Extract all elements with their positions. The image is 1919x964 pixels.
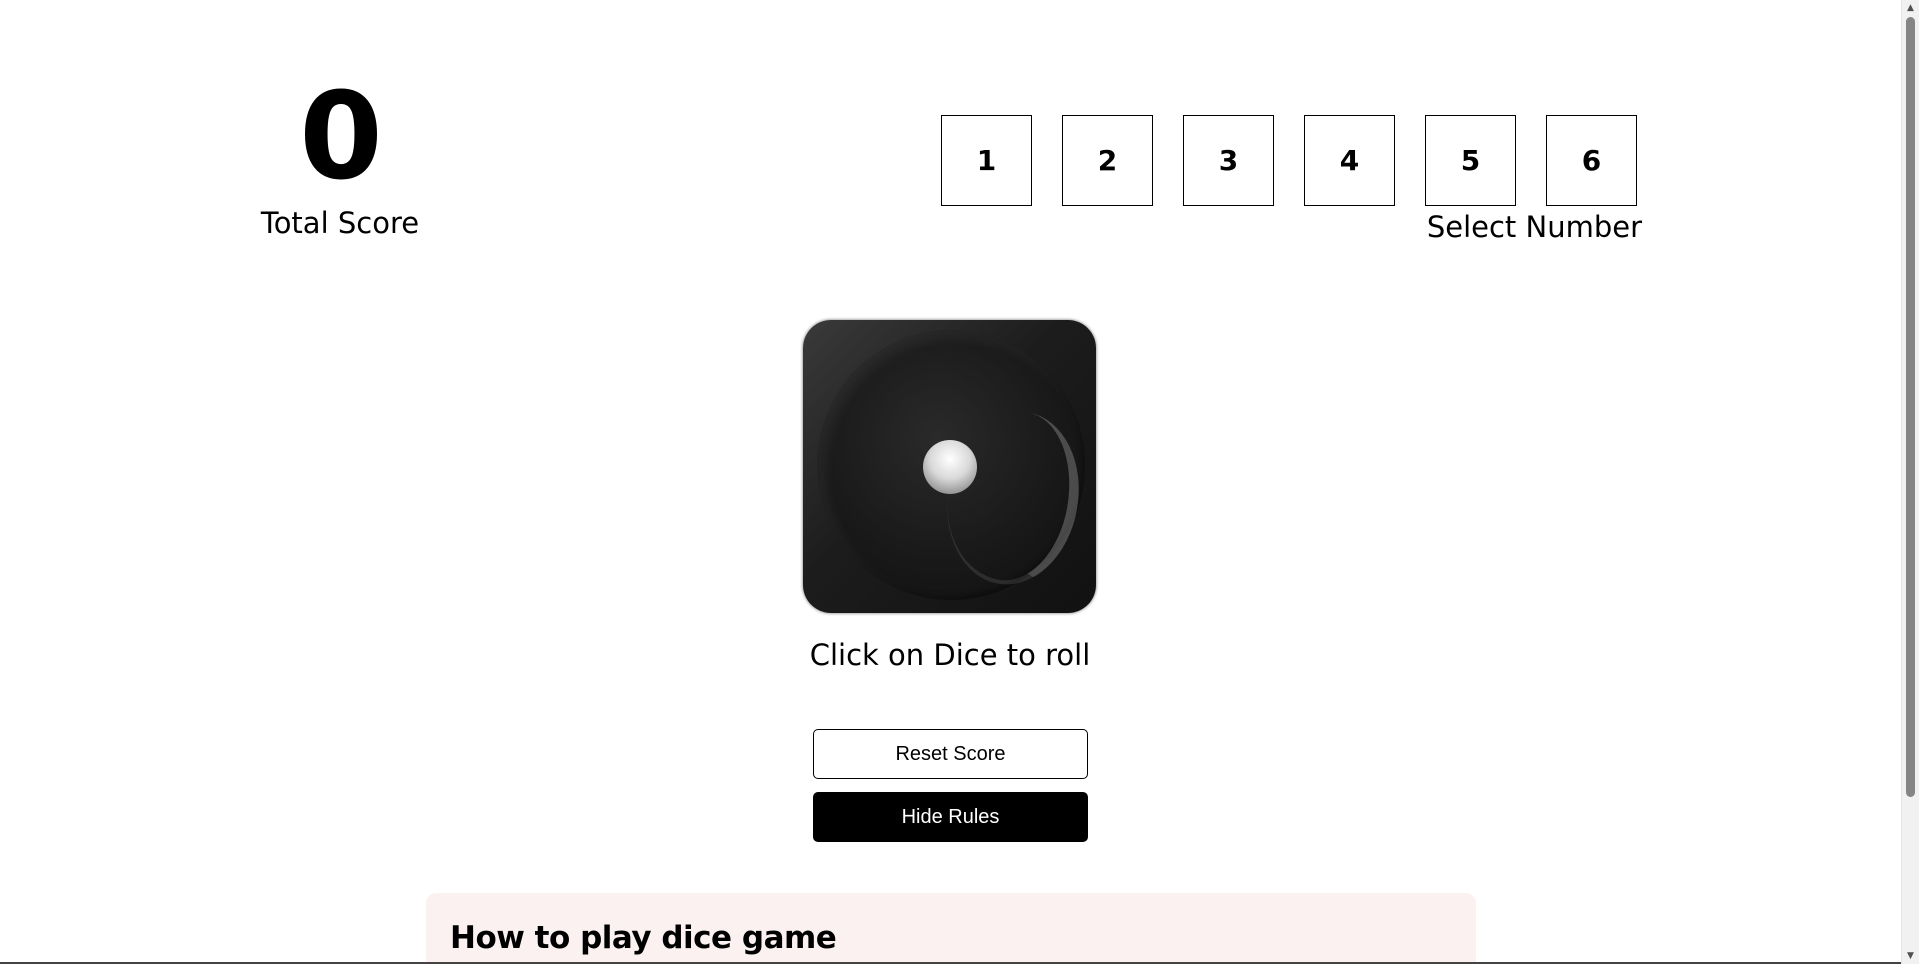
scroll-down-arrow-icon[interactable]: ▼ <box>1902 948 1919 964</box>
number-option-5[interactable]: 5 <box>1425 115 1516 206</box>
dice-roll-caption: Click on Dice to roll <box>809 638 1091 672</box>
hide-rules-button[interactable]: Hide Rules <box>813 792 1088 842</box>
number-option-1[interactable]: 1 <box>941 115 1032 206</box>
page-viewport: 0 Total Score 1 2 3 4 5 6 Select Number … <box>0 0 1901 964</box>
scrollbar-thumb[interactable] <box>1906 17 1915 797</box>
vertical-scrollbar[interactable]: ▲ ▼ <box>1901 0 1919 964</box>
total-score-value: 0 <box>299 68 383 207</box>
number-option-6[interactable]: 6 <box>1546 115 1637 206</box>
total-score-block: 0 Total Score <box>250 68 430 241</box>
select-number-label: Select Number <box>1426 210 1642 244</box>
number-option-4[interactable]: 4 <box>1304 115 1395 206</box>
dice-pip <box>923 440 977 494</box>
number-selector: 1 2 3 4 5 6 <box>941 115 1637 206</box>
number-option-2[interactable]: 2 <box>1062 115 1153 206</box>
rules-panel: How to play dice game <box>426 893 1476 964</box>
reset-score-button[interactable]: Reset Score <box>813 729 1088 779</box>
total-score-label: Total Score <box>260 206 420 240</box>
rules-title: How to play dice game <box>450 920 837 956</box>
number-option-3[interactable]: 3 <box>1183 115 1274 206</box>
scroll-up-arrow-icon[interactable]: ▲ <box>1902 0 1919 16</box>
dice-button[interactable] <box>803 320 1096 613</box>
